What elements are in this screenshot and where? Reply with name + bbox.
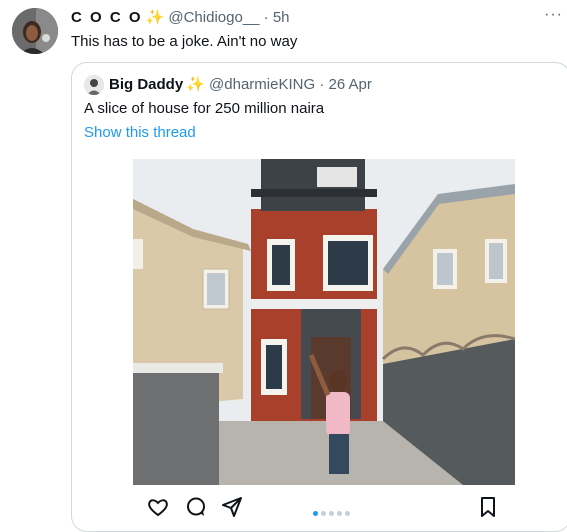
- quoted-author-handle[interactable]: @dharmieKING: [209, 76, 315, 93]
- show-thread-link[interactable]: Show this thread: [84, 123, 196, 143]
- carousel-dot[interactable]: [337, 511, 342, 516]
- quoted-author-name[interactable]: Big Daddy: [109, 76, 183, 93]
- separator-dot: ·: [319, 76, 325, 93]
- quoted-avatar[interactable]: [84, 75, 104, 95]
- carousel-indicator: [313, 503, 353, 516]
- author-name[interactable]: C O C O: [71, 9, 143, 26]
- quoted-header: Big Daddy ✨ @dharmieKING · 26 Apr: [109, 75, 372, 95]
- heart-icon[interactable]: [146, 495, 170, 519]
- carousel-dot[interactable]: [313, 511, 318, 516]
- tweet-text: This has to be a joke. Ain't no way: [71, 33, 298, 50]
- carousel-dot[interactable]: [329, 511, 334, 516]
- tweet-header: C O C O ✨ @Chidiogo__ · 5h: [71, 8, 290, 28]
- house-image: [133, 159, 515, 485]
- comment-icon[interactable]: [184, 495, 208, 519]
- separator-dot: ·: [263, 9, 269, 26]
- timestamp[interactable]: 5h: [273, 9, 290, 26]
- carousel-dot[interactable]: [321, 511, 326, 516]
- quoted-tweet-card[interactable]: Big Daddy ✨ @dharmieKING · 26 Apr A slice…: [71, 62, 567, 532]
- quoted-date[interactable]: 26 Apr: [328, 76, 371, 93]
- bookmark-icon[interactable]: [476, 495, 500, 519]
- carousel-dot[interactable]: [345, 511, 350, 516]
- quoted-text: A slice of house for 250 million naira: [84, 100, 325, 117]
- author-handle[interactable]: @Chidiogo__: [168, 9, 259, 26]
- more-options-icon[interactable]: ···: [544, 6, 563, 24]
- sparkle-badge: ✨: [145, 9, 165, 26]
- quoted-avatar-photo: [84, 75, 104, 95]
- avatar[interactable]: [12, 8, 58, 54]
- house-photo[interactable]: [133, 159, 515, 485]
- share-icon[interactable]: [220, 495, 244, 519]
- sparkle-badge: ✨: [186, 76, 205, 93]
- avatar-photo: [12, 8, 58, 54]
